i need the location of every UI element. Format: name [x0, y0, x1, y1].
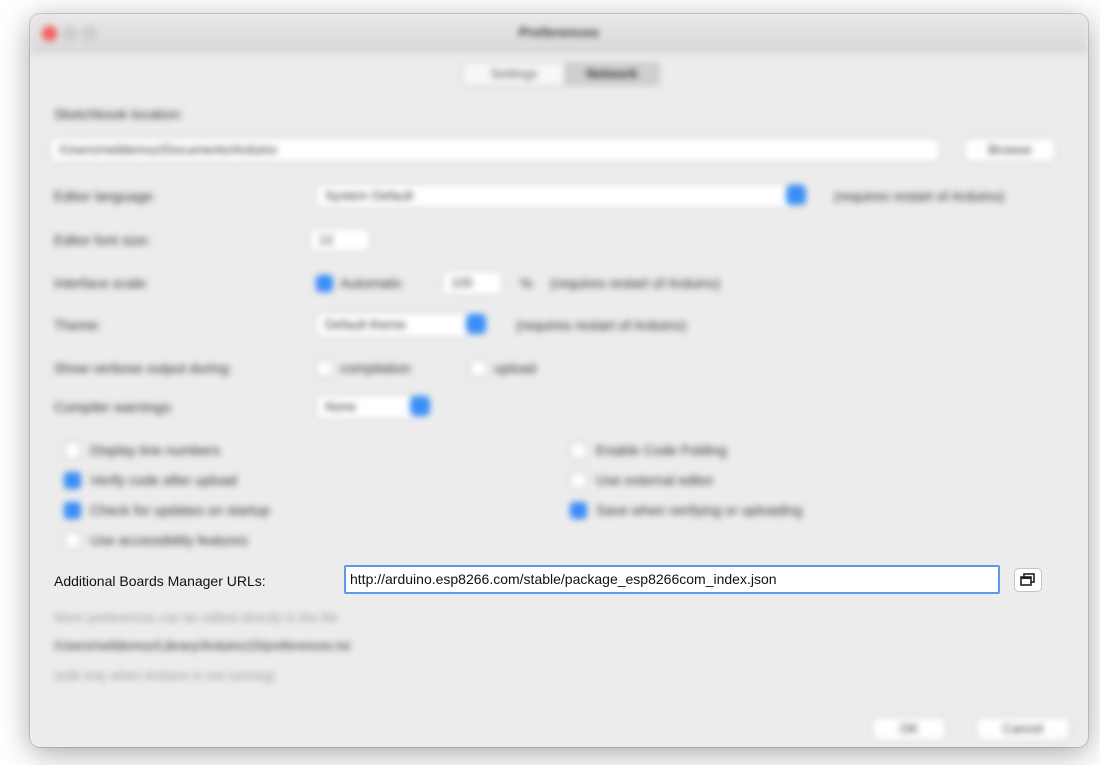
sketchbook-label: Sketchbook location:: [54, 106, 184, 122]
tab-settings[interactable]: Settings: [462, 62, 566, 86]
verbose-upload-label: upload: [494, 360, 537, 376]
boards-manager-urls-input[interactable]: http://arduino.esp8266.com/stable/packag…: [344, 565, 1000, 594]
option-external-editor: Use external editor: [596, 472, 714, 488]
verbose-label: Show verbose output during:: [54, 360, 233, 376]
tab-bar: Settings Network: [30, 62, 1088, 86]
edit-urls-button[interactable]: [1014, 568, 1042, 592]
font-size-label: Editor font size:: [54, 232, 151, 248]
verbose-compilation-checkbox[interactable]: [316, 360, 333, 377]
preferences-file-path: /Users/neildemoz/Library/Arduino15/prefe…: [54, 638, 351, 653]
compiler-warnings-select[interactable]: None: [316, 395, 418, 419]
preferences-file-hint: More preferences can be edited directly …: [54, 610, 338, 625]
interface-scale-unit: %: [520, 275, 533, 291]
verbose-compilation-label: compilation: [340, 360, 411, 376]
option-checkbox[interactable]: [64, 472, 81, 489]
automatic-scale-label: Automatic: [340, 275, 403, 291]
cancel-button[interactable]: Cancel: [976, 717, 1070, 741]
tab-network[interactable]: Network: [564, 62, 660, 86]
option-checkbox[interactable]: [64, 502, 81, 519]
preferences-edit-hint: (edit only when Arduino is not running): [54, 668, 276, 683]
editor-language-select[interactable]: System Default: [316, 184, 804, 208]
option-checkbox[interactable]: [570, 502, 587, 519]
theme-label: Theme:: [54, 317, 102, 333]
interface-scale-note: (requires restart of Arduino): [550, 275, 721, 291]
browse-button[interactable]: Browse: [964, 138, 1056, 162]
option-checkbox[interactable]: [64, 532, 81, 549]
boards-manager-row: Additional Boards Manager URLs: http://a…: [50, 562, 1078, 602]
option-checkbox[interactable]: [570, 442, 587, 459]
title-bar: Preferences: [30, 14, 1088, 53]
sketchbook-path-field[interactable]: /Users/neildemoz/Documents/Arduino: [50, 138, 940, 162]
chevron-down-icon[interactable]: [410, 396, 430, 416]
option-checkbox[interactable]: [570, 472, 587, 489]
boards-manager-label: Additional Boards Manager URLs:: [54, 573, 266, 589]
automatic-scale-checkbox[interactable]: [316, 275, 333, 292]
editor-language-note: (requires restart of Arduino): [834, 188, 1005, 204]
window-list-icon: [1020, 573, 1035, 586]
interface-scale-label: Interface scale:: [54, 275, 149, 291]
option-check-updates: Check for updates on startup: [90, 502, 270, 518]
theme-select[interactable]: Default theme: [316, 313, 476, 337]
blurred-content: Preferences Settings Network Sketchbook …: [30, 14, 1088, 747]
font-size-field[interactable]: 12: [310, 228, 370, 252]
option-accessibility: Use accessibility features: [90, 532, 248, 548]
option-display-line-numbers: Display line numbers: [90, 442, 220, 458]
interface-scale-field[interactable]: 100: [442, 271, 502, 295]
chevron-down-icon[interactable]: [466, 314, 486, 334]
compiler-warnings-label: Compiler warnings:: [54, 399, 174, 415]
option-code-folding: Enable Code Folding: [596, 442, 727, 458]
option-checkbox[interactable]: [64, 442, 81, 459]
preferences-window: Preferences Settings Network Sketchbook …: [30, 14, 1088, 747]
verbose-upload-checkbox[interactable]: [470, 360, 487, 377]
window-title: Preferences: [518, 24, 600, 40]
editor-language-label: Editor language:: [54, 188, 156, 204]
ok-button[interactable]: OK: [872, 717, 946, 741]
option-save-when-verifying: Save when verifying or uploading: [596, 502, 803, 518]
chevron-down-icon[interactable]: [786, 185, 806, 205]
theme-note: (requires restart of Arduino): [516, 317, 687, 333]
option-verify-code: Verify code after upload: [90, 472, 238, 488]
